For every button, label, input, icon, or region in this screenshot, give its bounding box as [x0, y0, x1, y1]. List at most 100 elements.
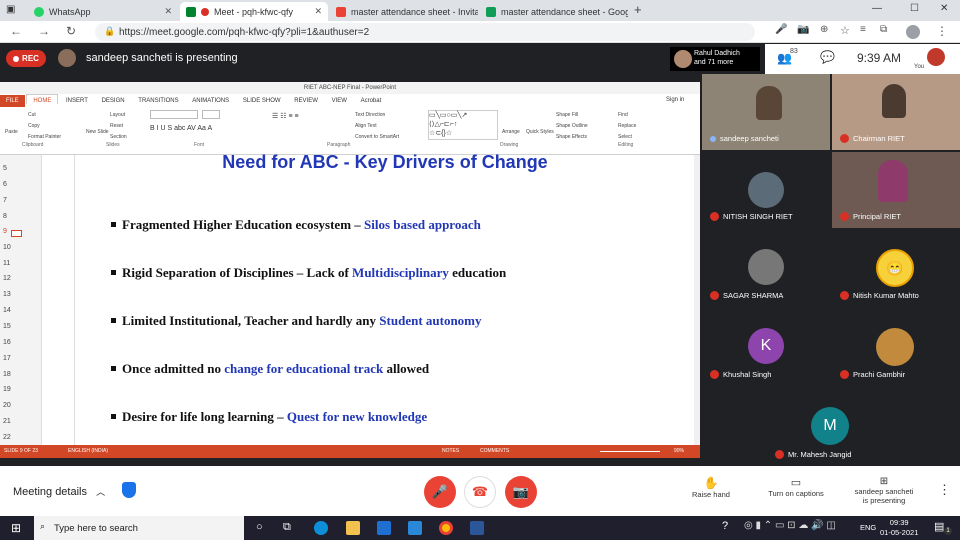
align-text-button[interactable]: Align Text: [355, 123, 377, 129]
participant-tile[interactable]: NITISH SINGH RIET: [702, 152, 830, 228]
thumb-number[interactable]: 6: [3, 181, 7, 188]
cortana-icon[interactable]: ○: [256, 521, 263, 533]
thumb-number[interactable]: 11: [3, 260, 10, 267]
chrome-icon[interactable]: [439, 521, 453, 535]
more-options-icon[interactable]: ⋮: [938, 482, 951, 498]
ribbon-tab-view[interactable]: VIEW: [326, 95, 353, 104]
section-button[interactable]: Section: [110, 134, 127, 140]
font-format-icons[interactable]: B I U S abc AV Aa A: [150, 125, 212, 132]
meeting-details-button[interactable]: Meeting details ︿: [13, 485, 105, 498]
ribbon-tab-slideshow[interactable]: SLIDE SHOW: [237, 95, 287, 104]
tab-sheets[interactable]: master attendance sheet - Goog ✕: [480, 2, 628, 21]
text-direction-button[interactable]: Text Direction: [355, 112, 385, 118]
new-tab-button[interactable]: +: [634, 2, 642, 17]
ribbon-tab-review[interactable]: REVIEW: [288, 95, 324, 104]
comments-button[interactable]: COMMENTS: [480, 445, 509, 458]
participant-tile[interactable]: Chairman RIET: [832, 74, 960, 150]
word-icon[interactable]: [470, 521, 484, 535]
bookmark-star-icon[interactable]: ☆: [840, 24, 850, 37]
thumb-number[interactable]: 21: [3, 418, 11, 425]
tab-meet[interactable]: Meet - pqh-kfwc-qfy ✕: [180, 2, 328, 21]
thumb-number[interactable]: 22: [3, 434, 11, 441]
shield-icon[interactable]: [122, 482, 136, 498]
mail-icon[interactable]: [377, 521, 391, 535]
participant-tile[interactable]: SAGAR SHARMA: [702, 231, 830, 307]
chat-icon[interactable]: 💬: [820, 50, 835, 64]
thumb-number[interactable]: 13: [3, 291, 11, 298]
back-arrow-icon[interactable]: ←: [10, 24, 22, 38]
ribbon-tab-insert[interactable]: INSERT: [60, 95, 94, 104]
thumb-number[interactable]: 17: [3, 355, 11, 362]
thumb-number[interactable]: 19: [3, 386, 11, 393]
ribbon-tab-acrobat[interactable]: Acrobat: [355, 95, 388, 104]
thumb-number[interactable]: 14: [3, 307, 11, 314]
thumb-number[interactable]: 9: [3, 228, 7, 235]
paste-button[interactable]: Paste: [5, 129, 18, 135]
present-status-button[interactable]: ⊞ sandeep sancheti is presenting: [848, 476, 920, 505]
tray-icons[interactable]: ◎ ▮ ⌃ ▭ ⊡ ☁ 🔊 ◫: [744, 520, 836, 531]
help-icon[interactable]: ?: [722, 520, 728, 532]
thumb-selected[interactable]: [11, 230, 22, 237]
font-name-box[interactable]: [150, 110, 198, 119]
tab-search-icon[interactable]: ⧉: [880, 24, 887, 35]
participant-tile[interactable]: Principal RIET: [832, 152, 960, 228]
thumb-number[interactable]: 18: [3, 371, 11, 378]
thumb-number[interactable]: 20: [3, 402, 11, 409]
raise-hand-button[interactable]: ✋ Raise hand: [690, 476, 732, 499]
ribbon-tab-transitions[interactable]: TRANSITIONS: [132, 95, 184, 104]
participant-tile[interactable]: sandeep sancheti: [702, 74, 830, 150]
window-menu-icon[interactable]: ▣: [6, 4, 15, 15]
thumb-number[interactable]: 7: [3, 197, 7, 204]
close-tab-icon[interactable]: ✕: [314, 6, 322, 17]
leave-call-button[interactable]: ☎: [464, 476, 496, 508]
thumb-number[interactable]: 5: [3, 165, 7, 172]
shape-fill-button[interactable]: Shape Fill: [556, 112, 578, 118]
shape-outline-button[interactable]: Shape Outline: [556, 123, 588, 129]
close-tab-icon[interactable]: ✕: [164, 6, 172, 17]
ribbon-tab-home[interactable]: HOME: [26, 94, 59, 104]
task-view-icon[interactable]: ⧉: [283, 521, 291, 534]
camera-toggle-button[interactable]: 📷: [505, 476, 537, 508]
camera-permission-icon[interactable]: 📷: [797, 24, 809, 35]
quick-styles-button[interactable]: Quick Styles: [526, 129, 554, 135]
profile-avatar[interactable]: [906, 25, 920, 39]
shape-effects-button[interactable]: Shape Effects: [556, 134, 587, 140]
thumb-number[interactable]: 8: [3, 213, 7, 220]
cut-button[interactable]: Cut: [28, 112, 36, 118]
close-window-icon[interactable]: ✕: [940, 3, 948, 14]
format-painter-button[interactable]: Format Painter: [28, 134, 61, 140]
tab-gmail[interactable]: master attendance sheet - Invita ✕: [330, 2, 478, 21]
zoom-icon[interactable]: ⊕: [820, 24, 828, 35]
sign-in-link[interactable]: Sign in: [660, 94, 690, 103]
layout-button[interactable]: Layout: [110, 112, 125, 118]
slide-scrollbar[interactable]: [694, 155, 700, 445]
new-slide-button[interactable]: New Slide: [86, 129, 109, 135]
thumb-number[interactable]: 10: [3, 244, 11, 251]
reset-button[interactable]: Reset: [110, 123, 123, 129]
maximize-icon[interactable]: ☐: [910, 3, 919, 14]
edge-icon[interactable]: [314, 521, 328, 535]
file-explorer-icon[interactable]: [346, 521, 360, 535]
mic-toggle-button[interactable]: 🎤: [424, 476, 456, 508]
forward-arrow-icon[interactable]: →: [38, 24, 50, 38]
thumb-number[interactable]: 16: [3, 339, 11, 346]
participant-tile[interactable]: M Mr. Mahesh Jangid: [767, 389, 895, 466]
thumb-number[interactable]: 12: [3, 275, 11, 282]
ribbon-tab-design[interactable]: DESIGN: [96, 95, 131, 104]
participant-tile[interactable]: Prachi Gambhir: [832, 310, 960, 386]
captions-button[interactable]: ▭ Turn on captions: [762, 476, 830, 498]
copy-button[interactable]: Copy: [28, 123, 40, 129]
notes-button[interactable]: NOTES: [442, 445, 459, 458]
taskbar-clock[interactable]: 09:39 01-05-2021: [880, 518, 918, 538]
extensions-icon[interactable]: ≡: [860, 24, 866, 35]
ribbon-tab-animations[interactable]: ANIMATIONS: [186, 95, 235, 104]
participant-tile[interactable]: K Khushal Singh: [702, 310, 830, 386]
font-size-box[interactable]: [202, 110, 220, 119]
convert-smartart-button[interactable]: Convert to SmartArt: [355, 134, 399, 140]
store-icon[interactable]: [408, 521, 422, 535]
paragraph-format-icons[interactable]: ☰ ☷ ≡ ≡: [272, 112, 299, 120]
select-button[interactable]: Select: [618, 134, 632, 140]
find-button[interactable]: Find: [618, 112, 628, 118]
minimize-icon[interactable]: —: [872, 3, 882, 14]
self-avatar[interactable]: [927, 48, 945, 66]
